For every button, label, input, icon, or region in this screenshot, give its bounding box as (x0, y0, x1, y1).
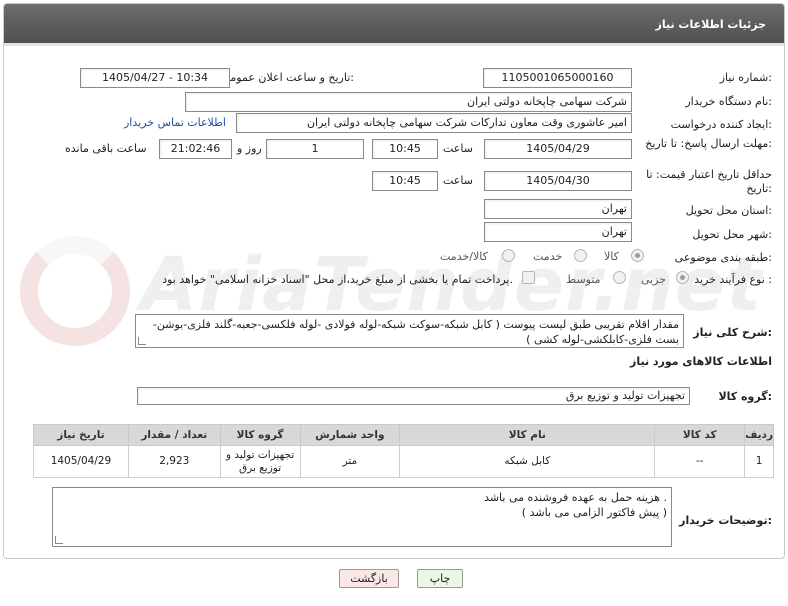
price-validity-label: حداقل تاریخ اعتبار قیمت: تا تاریخ: (646, 168, 772, 195)
panel-title: جزئیات اطلاعات نیاز (655, 18, 767, 31)
cell-row-number: 1 (744, 445, 774, 478)
category-option-goods-service: کالا/خدمت (440, 250, 488, 263)
table-header-row: ردیف کد کالا نام کالا واحد شمارش گروه کا… (33, 424, 774, 446)
goods-group-label: گروه کالا: (718, 390, 772, 403)
buyer-notes-line-1: هزینه حمل به عهده فروشنده می باشد . (484, 491, 667, 504)
goods-info-title: اطلاعات کالاهای مورد نیاز (630, 355, 772, 368)
need-number-label: شماره نیاز: (719, 71, 772, 84)
delivery-province-label: استان محل تحویل: (685, 204, 772, 217)
buyer-notes-textarea[interactable]: هزینه حمل به عهده فروشنده می باشد . ( پی… (52, 487, 672, 547)
buyer-contact-link[interactable]: اطلاعات تماس خریدار (124, 116, 226, 129)
buyer-notes-line-2: ( پیش فاکتور الزامی می باشد ) (521, 506, 667, 519)
announce-datetime-label: تاریخ و ساعت اعلان عمومی: (221, 71, 354, 84)
reply-deadline-label: مهلت ارسال پاسخ: تا تاریخ: (645, 137, 772, 150)
goods-group-field: تجهیزات تولید و توزیع برق (137, 387, 690, 405)
process-option-medium: متوسط (566, 273, 601, 286)
process-option-minor: جزیی (641, 273, 667, 286)
category-radio-goods[interactable] (631, 249, 644, 262)
resize-handle-icon[interactable] (55, 536, 63, 544)
print-button[interactable]: چاپ (417, 569, 463, 588)
description-label: شرح کلی نیاز: (693, 326, 772, 339)
buyer-org-field: شرکت سهامی چاپخانه دولتی ایران (185, 92, 632, 112)
description-textarea[interactable]: مقدار اقلام تقریبی طبق لیست پیوست ( کابل… (135, 314, 684, 348)
price-time-label: ساعت (443, 174, 473, 187)
col-header-row-number: ردیف (744, 424, 774, 446)
category-radio-service[interactable] (574, 249, 587, 262)
announce-datetime-field: 1405/04/27 - 10:34 (80, 68, 230, 88)
category-option-service: خدمت (533, 250, 563, 263)
category-radio-goods-service[interactable] (502, 249, 515, 262)
reply-deadline-date: 1405/04/29 (484, 139, 632, 159)
cell-name: کابل شبکه (399, 445, 656, 478)
col-header-unit: واحد شمارش (299, 424, 401, 446)
reply-time-label: ساعت (443, 142, 473, 155)
category-label: طبقه بندی موضوعی: (674, 251, 772, 264)
requester-label: ایجاد کننده درخواست: (670, 118, 772, 131)
panel-header: جزئیات اطلاعات نیاز (4, 4, 784, 46)
col-header-code: کد کالا (654, 424, 746, 446)
buyer-org-label: نام دستگاه خریدار: (685, 95, 772, 108)
remaining-time-field: 21:02:46 (159, 139, 232, 159)
table-row: 1 -- کابل شبکه متر تجهیزات تولید و توزیع… (33, 445, 774, 478)
goods-table: ردیف کد کالا نام کالا واحد شمارش گروه کا… (33, 424, 774, 478)
cell-code: -- (654, 445, 746, 478)
cell-qty: 2,923 (127, 445, 221, 478)
cell-date: 1405/04/29 (33, 445, 129, 478)
category-option-goods: کالا (604, 250, 619, 263)
price-validity-date: 1405/04/30 (484, 171, 632, 191)
treasury-payment-checkbox[interactable] (522, 271, 535, 284)
requester-field: امیر عاشوری وقت معاون تدارکات شرکت سهامی… (236, 113, 632, 133)
description-text: مقدار اقلام تقریبی طبق لیست پیوست ( کابل… (152, 318, 679, 346)
process-label: نوع فرآیند خرید : (694, 273, 772, 286)
resize-handle-icon[interactable] (138, 337, 146, 345)
cell-unit: متر (299, 445, 401, 478)
back-button[interactable]: بازگشت (339, 569, 399, 588)
delivery-city-field: تهران (484, 222, 632, 242)
remaining-label: ساعت باقی مانده (65, 142, 147, 155)
delivery-province-field: تهران (484, 199, 632, 219)
col-header-group: گروه کالا (219, 424, 301, 446)
delivery-city-label: شهر محل تحویل: (692, 228, 772, 241)
process-radio-minor[interactable] (676, 271, 689, 284)
col-header-name: نام کالا (399, 424, 656, 446)
cell-group: تجهیزات تولید و توزیع برق (219, 445, 301, 478)
remaining-days-field: 1 (266, 139, 364, 159)
treasury-payment-note: پرداخت تمام یا بخشی از مبلغ خرید،از محل … (162, 273, 513, 286)
col-header-qty: تعداد / مقدار (127, 424, 221, 446)
reply-deadline-time: 10:45 (372, 139, 438, 159)
col-header-date: تاریخ نیاز (33, 424, 129, 446)
days-label: روز و (237, 142, 262, 155)
process-radio-medium[interactable] (613, 271, 626, 284)
buyer-notes-label: توضیحات خریدار: (679, 514, 772, 527)
need-number-field: 1105001065000160 (483, 68, 632, 88)
price-validity-time: 10:45 (372, 171, 438, 191)
